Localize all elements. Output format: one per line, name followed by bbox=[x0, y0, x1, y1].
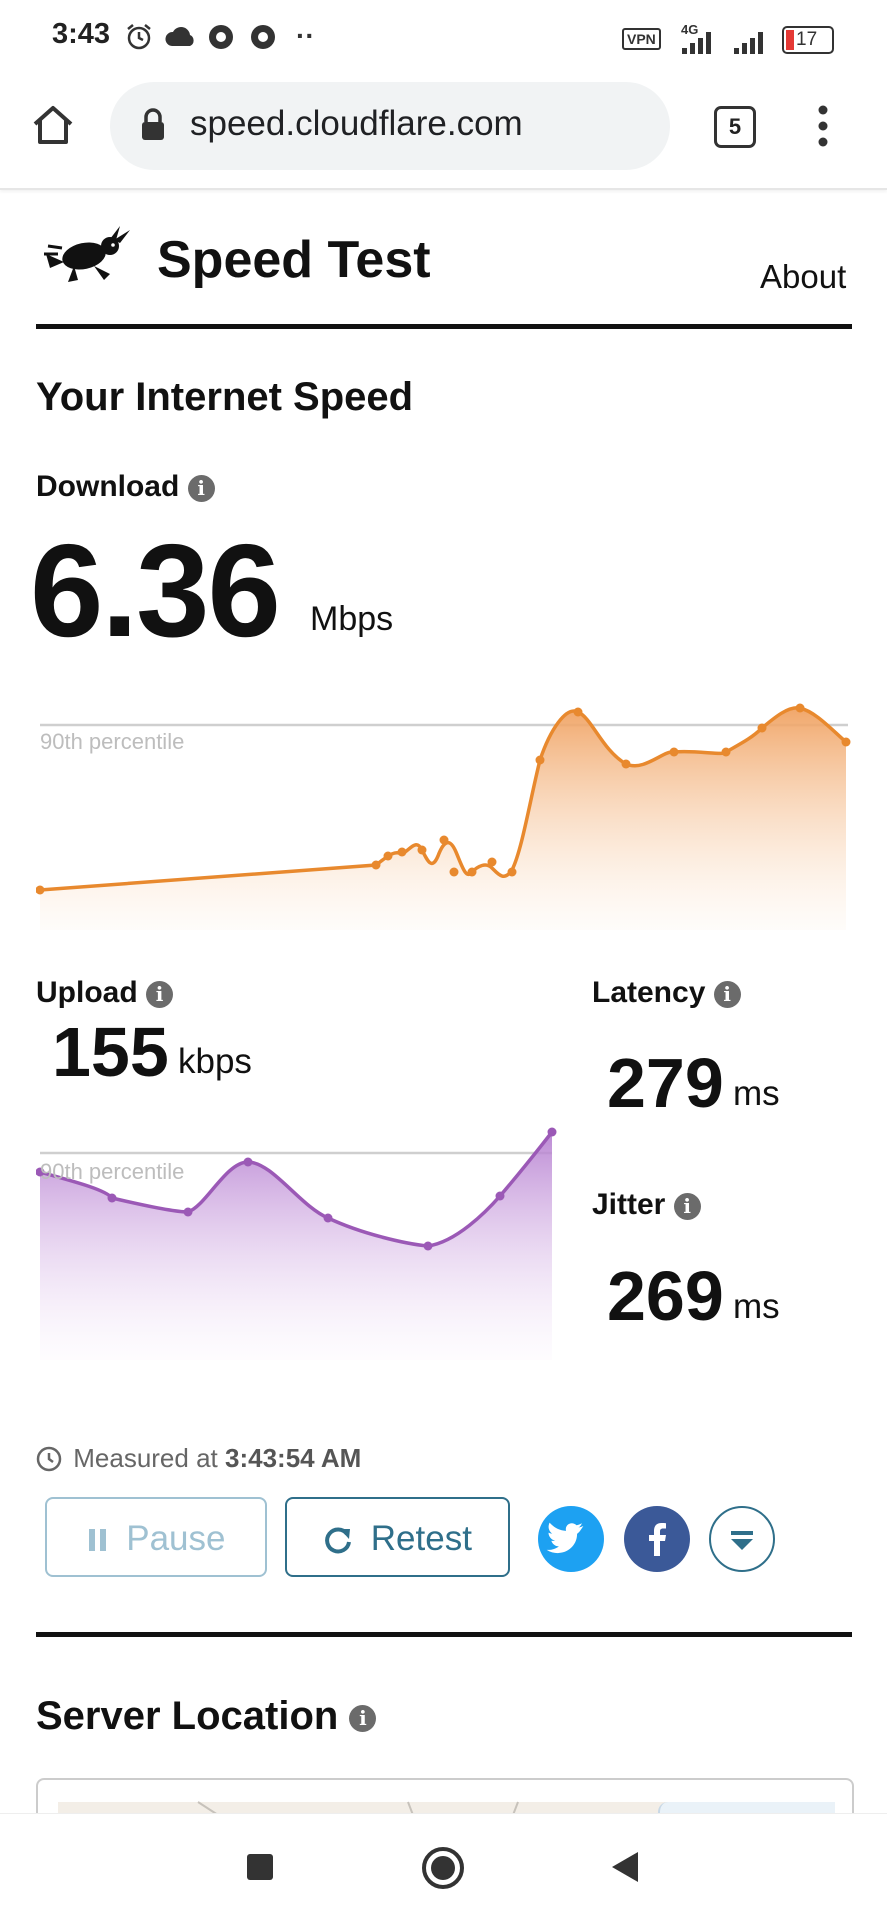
status-time: 3:43 bbox=[52, 18, 111, 50]
url-text: speed.cloudflare.com bbox=[190, 104, 523, 143]
download-results-button[interactable] bbox=[709, 1506, 775, 1572]
more-vert-icon[interactable] bbox=[812, 104, 834, 148]
rabbit-logo-icon bbox=[44, 226, 130, 282]
info-icon[interactable]: i bbox=[146, 980, 174, 1008]
upload-percentile-label: 90th percentile bbox=[40, 1159, 185, 1184]
download-label: Download i bbox=[36, 470, 215, 504]
battery-icon: 17 bbox=[782, 26, 834, 54]
download-label-text: Download bbox=[36, 470, 180, 503]
address-bar[interactable]: speed.cloudflare.com bbox=[110, 82, 670, 170]
refresh-icon bbox=[325, 1527, 352, 1554]
info-icon[interactable]: i bbox=[713, 980, 741, 1008]
chrome-icon bbox=[209, 25, 233, 49]
status-bar: 3:43 ·· VPN 4G 17 bbox=[0, 0, 887, 80]
info-icon[interactable]: i bbox=[349, 1704, 377, 1732]
upload-value: 155 bbox=[52, 1013, 169, 1091]
facebook-share-button[interactable] bbox=[624, 1506, 690, 1572]
download-unit: Mbps bbox=[310, 600, 394, 638]
section-title: Your Internet Speed bbox=[36, 375, 414, 419]
download-chart bbox=[36, 703, 851, 930]
upload-unit: kbps bbox=[178, 1042, 252, 1081]
jitter-unit: ms bbox=[733, 1287, 780, 1326]
back-icon[interactable] bbox=[610, 1850, 640, 1884]
latency-value: 279 bbox=[607, 1044, 724, 1122]
retest-label: Retest bbox=[370, 1519, 472, 1558]
facebook-icon bbox=[649, 1523, 666, 1556]
vpn-badge: VPN bbox=[622, 28, 661, 50]
pause-icon bbox=[88, 1529, 106, 1551]
upload-label: Upload i bbox=[36, 976, 174, 1010]
alarm-icon bbox=[127, 24, 151, 50]
twitter-icon bbox=[546, 1522, 584, 1554]
more-notifications-icon: ·· bbox=[296, 20, 315, 51]
measured-time: 3:43:54 AM bbox=[225, 1443, 362, 1473]
divider bbox=[36, 324, 852, 329]
home-icon[interactable] bbox=[30, 102, 76, 148]
jitter-label-text: Jitter bbox=[592, 1188, 666, 1221]
battery-level: 17 bbox=[796, 29, 818, 50]
latency-label: Latency i bbox=[592, 976, 741, 1010]
jitter-value: 269 bbox=[607, 1257, 724, 1335]
download-icon bbox=[731, 1531, 753, 1550]
info-icon[interactable]: i bbox=[187, 474, 215, 502]
pause-label: Pause bbox=[126, 1519, 226, 1558]
measured-at: Measured at 3:43:54 AM bbox=[36, 1443, 361, 1474]
signal-icon bbox=[734, 32, 763, 54]
site-title: Speed Test bbox=[157, 231, 431, 289]
lock-icon bbox=[142, 108, 164, 140]
latency-unit: ms bbox=[733, 1074, 780, 1113]
home-nav-icon[interactable] bbox=[422, 1847, 464, 1889]
chrome-icon bbox=[251, 25, 275, 49]
browser-toolbar: speed.cloudflare.com 5 bbox=[0, 80, 887, 190]
tab-switcher-button[interactable]: 5 bbox=[714, 106, 756, 148]
jitter-label: Jitter i bbox=[592, 1188, 701, 1222]
upload-label-text: Upload bbox=[36, 976, 138, 1009]
info-icon[interactable]: i bbox=[673, 1192, 701, 1220]
pause-button[interactable]: Pause bbox=[45, 1497, 267, 1577]
recents-icon[interactable] bbox=[247, 1854, 273, 1880]
upload-chart bbox=[36, 1127, 557, 1360]
download-percentile-label: 90th percentile bbox=[40, 729, 185, 754]
signal-icon bbox=[682, 32, 711, 54]
cloud-icon bbox=[165, 27, 194, 46]
server-location-title: Server Location i bbox=[36, 1694, 377, 1739]
divider bbox=[36, 1632, 852, 1637]
clock-icon bbox=[36, 1446, 62, 1472]
retest-button[interactable]: Retest bbox=[285, 1497, 510, 1577]
server-location-text: Server Location bbox=[36, 1694, 339, 1738]
about-link[interactable]: About bbox=[760, 258, 846, 296]
download-value: 6.36 bbox=[30, 517, 281, 664]
twitter-share-button[interactable] bbox=[538, 1506, 604, 1572]
latency-label-text: Latency bbox=[592, 976, 706, 1009]
measured-prefix: Measured at bbox=[73, 1443, 218, 1473]
navigation-bar bbox=[0, 1813, 887, 1921]
